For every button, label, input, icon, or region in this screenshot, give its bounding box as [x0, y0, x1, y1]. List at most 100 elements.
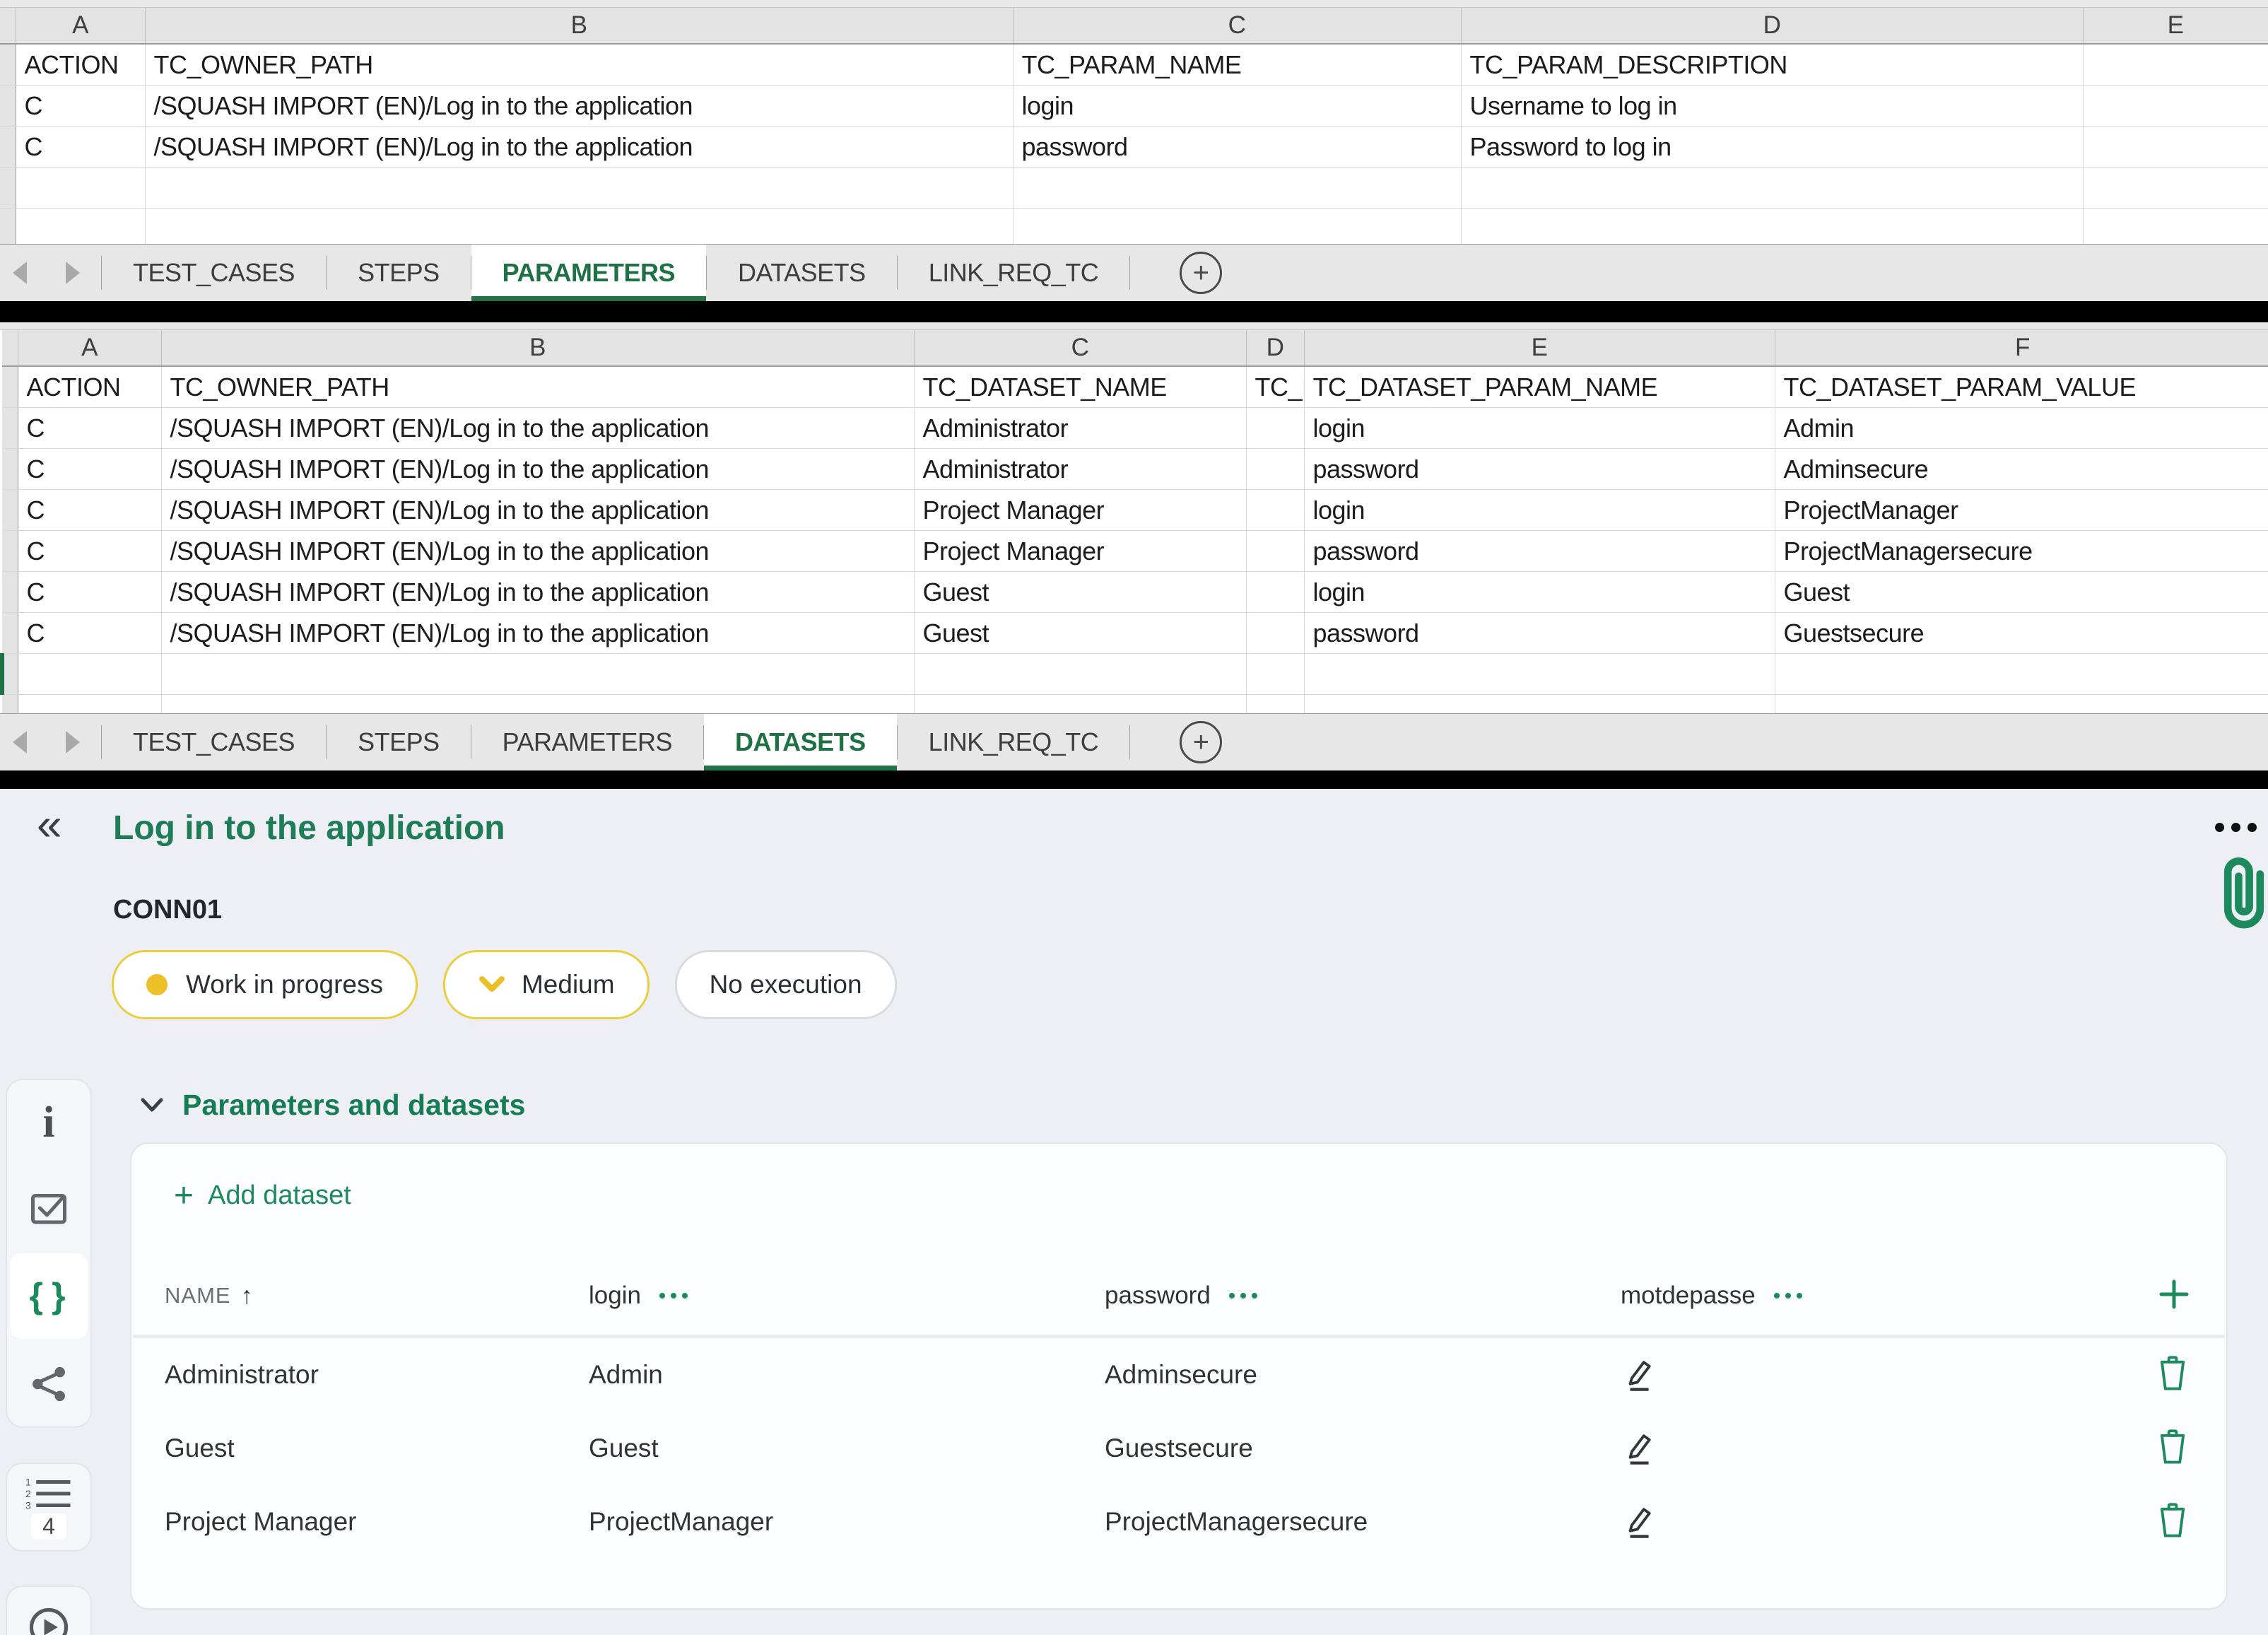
cell[interactable]: C — [18, 530, 162, 572]
name-column-header[interactable]: NAME ↑ — [165, 1282, 589, 1310]
sheet-tab-steps[interactable]: STEPS — [327, 245, 471, 301]
dataset-password-cell[interactable]: Guestsecure — [1105, 1434, 1621, 1463]
cell[interactable] — [1246, 612, 1305, 654]
cell[interactable] — [1246, 530, 1305, 572]
row-header[interactable] — [0, 208, 16, 250]
dataset-login-cell[interactable]: Guest — [589, 1434, 1105, 1463]
cell[interactable]: Project Manager — [914, 530, 1247, 572]
cell[interactable] — [1246, 448, 1305, 490]
cell[interactable]: C — [18, 612, 162, 654]
row-header[interactable] — [0, 8, 16, 45]
cell[interactable]: TC_DATASET_NAME — [914, 366, 1247, 408]
row-header[interactable] — [2, 489, 18, 531]
column-header[interactable]: B — [145, 8, 1013, 45]
column-header[interactable]: D — [1461, 8, 2084, 45]
dataset-login-cell[interactable]: ProjectManager — [589, 1507, 1105, 1537]
sidebar-item-parameters[interactable]: { } — [10, 1253, 88, 1339]
automation-card[interactable] — [6, 1586, 92, 1635]
row-header[interactable] — [2, 571, 18, 613]
cell[interactable]: /SQUASH IMPORT (EN)/Log in to the applic… — [145, 126, 1013, 168]
sheet-nav-right-icon[interactable] — [66, 731, 80, 754]
edit-motdepasse-button[interactable] — [1621, 1502, 2144, 1542]
edit-motdepasse-button[interactable] — [1621, 1355, 2144, 1395]
param-column-header[interactable]: motdepasse — [1621, 1282, 2144, 1310]
cell[interactable]: C — [16, 126, 146, 168]
delete-dataset-button[interactable] — [2156, 1428, 2190, 1470]
sheet-tab-parameters[interactable]: PARAMETERS — [471, 714, 703, 770]
sheet-tab-datasets[interactable]: DATASETS — [707, 245, 897, 301]
cell[interactable]: Administrator — [914, 448, 1247, 490]
cell[interactable]: Guest — [914, 612, 1247, 654]
param-column-header[interactable]: password — [1105, 1282, 1621, 1310]
cell[interactable]: TC_DATASET_PARAM_NAME — [1304, 366, 1775, 408]
dataset-password-cell[interactable]: ProjectManagersecure — [1105, 1507, 1621, 1537]
cell[interactable]: ACTION — [18, 366, 162, 408]
sheet-tab-test_cases[interactable]: TEST_CASES — [102, 714, 326, 770]
cell[interactable] — [16, 167, 146, 209]
sheet-nav-left-icon[interactable] — [13, 731, 27, 754]
cell[interactable] — [2083, 44, 2268, 86]
cell[interactable]: password — [1304, 530, 1775, 572]
parameters-section-header[interactable]: Parameters and datasets — [140, 1089, 525, 1122]
ellipsis-icon[interactable] — [659, 1293, 688, 1299]
add-parameter-button[interactable] — [2158, 1279, 2190, 1313]
cell[interactable]: password — [1304, 448, 1775, 490]
cell[interactable]: /SQUASH IMPORT (EN)/Log in to the applic… — [161, 612, 915, 654]
cell[interactable]: TC_DATASET_PARAM_VALUE — [1775, 366, 2268, 408]
cell[interactable] — [914, 653, 1247, 695]
edit-motdepasse-button[interactable] — [1621, 1429, 2144, 1469]
cell[interactable]: ACTION — [16, 44, 146, 86]
cell[interactable]: Username to log in — [1461, 85, 2084, 127]
ellipsis-icon[interactable] — [1773, 1293, 1802, 1299]
cell[interactable]: login — [1304, 407, 1775, 449]
new-sheet-button[interactable]: + — [1180, 245, 1223, 301]
cell[interactable] — [18, 653, 162, 695]
cell[interactable]: TC_OWNER_PATH — [161, 366, 915, 408]
dataset-name-cell[interactable]: Guest — [165, 1434, 589, 1463]
cell[interactable]: Project Manager — [914, 489, 1247, 531]
cell[interactable] — [1246, 653, 1305, 695]
cell[interactable] — [16, 208, 146, 250]
cell[interactable]: /SQUASH IMPORT (EN)/Log in to the applic… — [145, 85, 1013, 127]
row-header[interactable] — [0, 85, 16, 127]
cell[interactable]: Administrator — [914, 407, 1247, 449]
sheet-tab-test_cases[interactable]: TEST_CASES — [102, 245, 326, 301]
dataset-password-cell[interactable]: Adminsecure — [1105, 1360, 1621, 1390]
cell[interactable] — [1461, 208, 2084, 250]
cell[interactable] — [2083, 126, 2268, 168]
sheet-nav-right-icon[interactable] — [66, 262, 80, 284]
cell[interactable]: ProjectManager — [1775, 489, 2268, 531]
cell[interactable] — [1775, 653, 2268, 695]
dataset-name-cell[interactable]: Administrator — [165, 1360, 589, 1390]
cell[interactable]: /SQUASH IMPORT (EN)/Log in to the applic… — [161, 407, 915, 449]
cell[interactable]: Guestsecure — [1775, 612, 2268, 654]
cell[interactable]: C — [18, 489, 162, 531]
cell[interactable] — [161, 653, 915, 695]
cell[interactable]: Password to log in — [1461, 126, 2084, 168]
cell[interactable]: /SQUASH IMPORT (EN)/Log in to the applic… — [161, 448, 915, 490]
cell[interactable] — [1246, 407, 1305, 449]
column-header[interactable]: F — [1775, 330, 2268, 367]
sheet-tab-parameters[interactable]: PARAMETERS — [471, 245, 706, 301]
column-header[interactable]: D — [1246, 330, 1305, 367]
sidebar-item-information[interactable]: i — [7, 1080, 90, 1166]
row-header[interactable] — [2, 366, 18, 408]
paperclip-icon[interactable] — [2217, 857, 2268, 938]
sheet-nav-left-icon[interactable] — [13, 262, 27, 284]
cell[interactable] — [1304, 653, 1775, 695]
cell[interactable]: /SQUASH IMPORT (EN)/Log in to the applic… — [161, 530, 915, 572]
cell[interactable]: /SQUASH IMPORT (EN)/Log in to the applic… — [161, 489, 915, 531]
sheet-tab-datasets[interactable]: DATASETS — [704, 714, 897, 770]
cell[interactable]: password — [1304, 612, 1775, 654]
cell[interactable]: /SQUASH IMPORT (EN)/Log in to the applic… — [161, 571, 915, 613]
ellipsis-icon[interactable] — [1228, 1293, 1257, 1299]
row-header[interactable] — [2, 330, 18, 367]
cell[interactable]: Guest — [1775, 571, 2268, 613]
dataset-name-cell[interactable]: Project Manager — [165, 1507, 589, 1537]
cell[interactable]: Admin — [1775, 407, 2268, 449]
cell[interactable]: ProjectManagersecure — [1775, 530, 2268, 572]
sidebar-item-steps[interactable] — [7, 1166, 90, 1251]
more-options-button[interactable] — [2215, 823, 2257, 832]
column-header[interactable]: E — [1304, 330, 1775, 367]
column-header[interactable]: C — [1013, 8, 1462, 45]
